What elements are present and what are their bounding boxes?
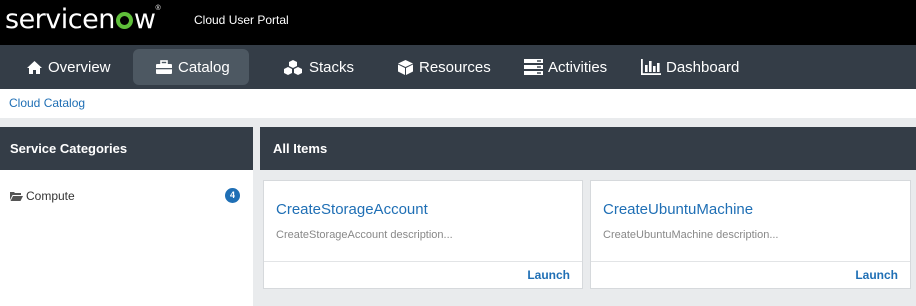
catalog-item-card: CreateUbuntuMachine CreateUbuntuMachine …: [590, 180, 911, 289]
logo-o-mark: [115, 12, 133, 29]
nav-dashboard[interactable]: Dashboard: [631, 49, 749, 85]
portal-title: Cloud User Portal: [194, 13, 289, 27]
nav-activities[interactable]: Activities: [514, 49, 617, 85]
launch-button[interactable]: Launch: [527, 268, 570, 282]
cubes-icon: [284, 59, 302, 75]
nav-overview-label: Overview: [48, 58, 111, 76]
home-icon: [27, 60, 42, 74]
briefcase-icon: [156, 59, 172, 74]
main-nav: Overview Catalog Stacks Resources Activi…: [0, 45, 916, 89]
nav-catalog[interactable]: Catalog: [133, 49, 249, 85]
service-categories-panel: Service Categories Compute 4: [0, 127, 253, 306]
nav-resources[interactable]: Resources: [387, 49, 501, 85]
nav-dashboard-label: Dashboard: [666, 58, 740, 76]
breadcrumb-cloud-catalog[interactable]: Cloud Catalog: [9, 96, 85, 110]
category-count-badge: 4: [225, 188, 240, 203]
top-header: servicen w ® Cloud User Portal: [0, 0, 916, 45]
catalog-item-description: CreateUbuntuMachine description...: [603, 229, 779, 241]
server-icon: [524, 59, 543, 75]
nav-stacks[interactable]: Stacks: [272, 49, 364, 85]
card-footer: Launch: [264, 261, 582, 288]
catalog-item-title[interactable]: CreateUbuntuMachine: [603, 201, 753, 218]
catalog-item-title[interactable]: CreateStorageAccount: [276, 201, 428, 218]
all-items-title: All Items: [260, 127, 916, 170]
catalog-item-card: CreateStorageAccount CreateStorageAccoun…: [263, 180, 583, 289]
logo-text-w: w: [133, 4, 156, 35]
nav-resources-label: Resources: [419, 58, 491, 76]
bar-chart-icon: [641, 59, 661, 75]
servicenow-logo[interactable]: servicen w ®: [5, 5, 161, 35]
catalog-item-description: CreateStorageAccount description...: [276, 229, 453, 241]
nav-activities-label: Activities: [548, 58, 608, 76]
logo-text-service: service: [5, 4, 99, 35]
nav-stacks-label: Stacks: [309, 58, 355, 76]
all-items-panel: All Items CreateStorageAccount CreateSto…: [260, 127, 916, 306]
cube-icon: [398, 59, 413, 75]
card-footer: Launch: [591, 261, 910, 288]
nav-overview[interactable]: Overview: [16, 49, 121, 85]
folder-open-icon: [10, 192, 23, 201]
category-compute[interactable]: Compute 4: [10, 188, 240, 204]
service-categories-title: Service Categories: [0, 127, 253, 170]
category-compute-label: Compute: [26, 189, 75, 203]
launch-button[interactable]: Launch: [855, 268, 898, 282]
logo-text-n: n: [98, 4, 115, 35]
nav-catalog-label: Catalog: [178, 58, 230, 76]
breadcrumb: Cloud Catalog: [0, 89, 916, 118]
logo-trademark: ®: [155, 4, 161, 12]
